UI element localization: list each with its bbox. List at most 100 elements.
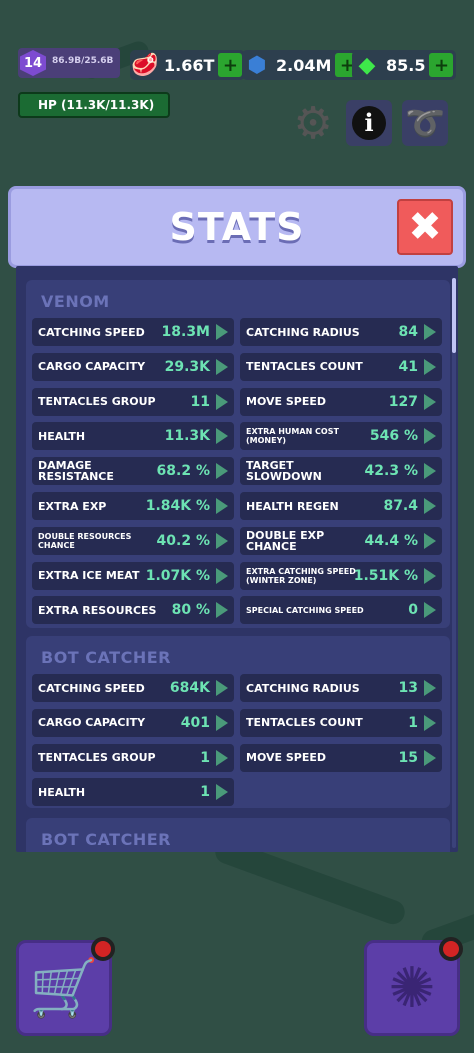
close-button[interactable]: ✖ [397, 199, 453, 255]
stat-label: DOUBLE EXP CHANCE [246, 528, 325, 553]
scrollbar-track[interactable] [452, 278, 456, 848]
arrow-right-icon[interactable] [216, 602, 228, 619]
stat-value: 1 [200, 749, 210, 766]
arrow-right-icon[interactable] [424, 498, 436, 514]
stat-row[interactable]: CATCHING RADIUS 13 [240, 674, 442, 702]
stat-row[interactable]: EXTRA EXP 1.84K % [32, 492, 234, 520]
stat-row[interactable]: CATCHING SPEED 18.3M [32, 318, 234, 346]
stat-row[interactable]: TENTACLES GROUP 11 [32, 387, 234, 416]
stat-value: 1.51K % [353, 567, 418, 584]
arrow-right-icon[interactable] [216, 567, 228, 584]
arrow-right-icon[interactable] [424, 463, 436, 480]
arrow-right-icon[interactable] [424, 358, 436, 375]
stat-label: CARGO CAPACITY [38, 716, 146, 730]
arrow-right-icon[interactable] [216, 498, 228, 514]
stat-row[interactable]: EXTRA RESOURCES 80 % [32, 596, 234, 625]
stat-value: 29.3K [164, 358, 210, 375]
stat-value: 127 [388, 393, 418, 410]
stat-row[interactable]: CATCHING SPEED 684K [32, 674, 234, 702]
arrow-right-icon[interactable] [216, 749, 228, 766]
stat-row[interactable]: CATCHING RADIUS 84 [240, 318, 442, 346]
arrow-right-icon[interactable] [424, 602, 436, 619]
meat-icon: 🥩 [131, 52, 159, 78]
arrow-right-icon[interactable] [216, 393, 228, 410]
arrow-right-icon[interactable] [424, 393, 436, 410]
stat-row[interactable]: TENTACLES GROUP 1 [32, 743, 234, 772]
stat-row[interactable]: MOVE SPEED 127 [240, 387, 442, 416]
stat-label: TENTACLES COUNT [246, 360, 363, 374]
bot-catcher-section-2: BOT CATCHER [26, 818, 450, 852]
shop-button[interactable]: 🛒 [16, 937, 115, 1036]
stat-value: 13 [398, 680, 418, 696]
stats-header: STATS ✖ [8, 186, 466, 268]
stat-label: EXTRA CATCHING SPEED (WINTER ZONE) [246, 566, 356, 585]
gem-value: 85.5 [386, 55, 426, 75]
venom-section: VENOM CATCHING SPEED 18.3M CATCHING RADIUS… [26, 280, 450, 628]
stat-row[interactable]: TENTACLES COUNT 41 [240, 352, 442, 381]
stat-row[interactable]: SPECIAL CATCHING SPEED 0 [240, 596, 442, 625]
arrow-right-icon[interactable] [216, 428, 228, 445]
stats-body[interactable]: VENOM CATCHING SPEED 18.3M CATCHING RADIUS… [16, 266, 458, 852]
stat-row[interactable]: DOUBLE EXP CHANCE 44.4 % [240, 526, 442, 555]
arrow-right-icon[interactable] [216, 358, 228, 375]
arrow-right-icon[interactable] [424, 532, 436, 549]
tentacle-button[interactable]: ➰ [402, 100, 448, 146]
stat-label: EXTRA HUMAN COST (MONEY) [246, 427, 339, 446]
arrow-right-icon[interactable] [424, 428, 436, 445]
evolution-button[interactable]: ✺ [364, 937, 463, 1036]
stat-row[interactable]: CARGO CAPACITY 401 [32, 708, 234, 737]
stat-row[interactable]: EXTRA CATCHING SPEED (WINTER ZONE) 1.51K … [240, 561, 442, 590]
info-button[interactable]: i [346, 100, 392, 146]
stat-label: EXTRA EXP [38, 499, 107, 513]
arrow-right-icon[interactable] [216, 680, 228, 696]
stat-label: HEALTH [38, 785, 86, 799]
stat-label: DAMAGE RESISTANCE [38, 459, 114, 484]
level-badge: 14 [20, 50, 46, 76]
notification-dot [439, 937, 463, 961]
stat-row[interactable]: EXTRA HUMAN COST (MONEY) 546 % [240, 422, 442, 451]
stat-label: EXTRA RESOURCES [38, 603, 157, 617]
stat-row[interactable]: CARGO CAPACITY 29.3K [32, 352, 234, 381]
settings-gear-icon[interactable]: ⚙ [290, 98, 336, 149]
arrow-right-icon[interactable] [424, 680, 436, 696]
arrow-right-icon[interactable] [216, 463, 228, 480]
stat-row[interactable]: HEALTH REGEN 87.4 [240, 492, 442, 520]
stat-label: TENTACLES GROUP [38, 751, 156, 765]
add-meat-button[interactable]: + [218, 53, 243, 77]
stat-row[interactable]: MOVE SPEED 15 [240, 743, 442, 772]
stat-value: 42.3 % [364, 463, 418, 480]
stat-row[interactable]: TENTACLES COUNT 1 [240, 708, 442, 737]
arrow-right-icon[interactable] [216, 324, 228, 340]
gem-icon: ◆ [358, 52, 376, 78]
ore-value: 2.04M [276, 55, 332, 75]
scrollbar-thumb[interactable] [452, 278, 456, 353]
stat-row[interactable]: HEALTH 1 [32, 778, 234, 807]
bot-catcher-section: BOT CATCHER CATCHING SPEED 684K CATCHING R… [26, 636, 450, 808]
stat-value: 1 [408, 714, 418, 731]
stat-value: 684K [169, 680, 210, 696]
stat-row[interactable]: DOUBLE RESOURCES CHANCE 40.2 % [32, 526, 234, 555]
arrow-right-icon[interactable] [424, 324, 436, 340]
stat-row[interactable]: HEALTH 11.3K [32, 422, 234, 451]
stat-value: 87.4 [383, 498, 418, 514]
stat-value: 15 [398, 749, 418, 766]
stat-row[interactable]: DAMAGE RESISTANCE 68.2 % [32, 457, 234, 486]
arrow-right-icon[interactable] [424, 714, 436, 731]
arrow-right-icon[interactable] [216, 532, 228, 549]
arrow-right-icon[interactable] [216, 784, 228, 801]
stat-value: 41 [398, 358, 418, 375]
stat-value: 11.3K [164, 428, 210, 445]
arrow-right-icon[interactable] [424, 749, 436, 766]
stat-label: TARGET SLOWDOWN [246, 459, 322, 484]
stat-row[interactable]: TARGET SLOWDOWN 42.3 % [240, 457, 442, 486]
stat-value: 44.4 % [364, 532, 418, 549]
add-gem-button[interactable]: + [429, 53, 454, 77]
gem-resource: ◆ 85.5 + [352, 50, 457, 80]
arrow-right-icon[interactable] [424, 567, 436, 584]
arrow-right-icon[interactable] [216, 714, 228, 731]
stat-value: 1 [200, 784, 210, 801]
cart-icon: 🛒 [29, 956, 99, 1021]
stat-row[interactable]: EXTRA ICE MEAT 1.07K % [32, 561, 234, 590]
stat-label: CARGO CAPACITY [38, 360, 146, 374]
section-title: BOT CATCHER [41, 830, 171, 849]
